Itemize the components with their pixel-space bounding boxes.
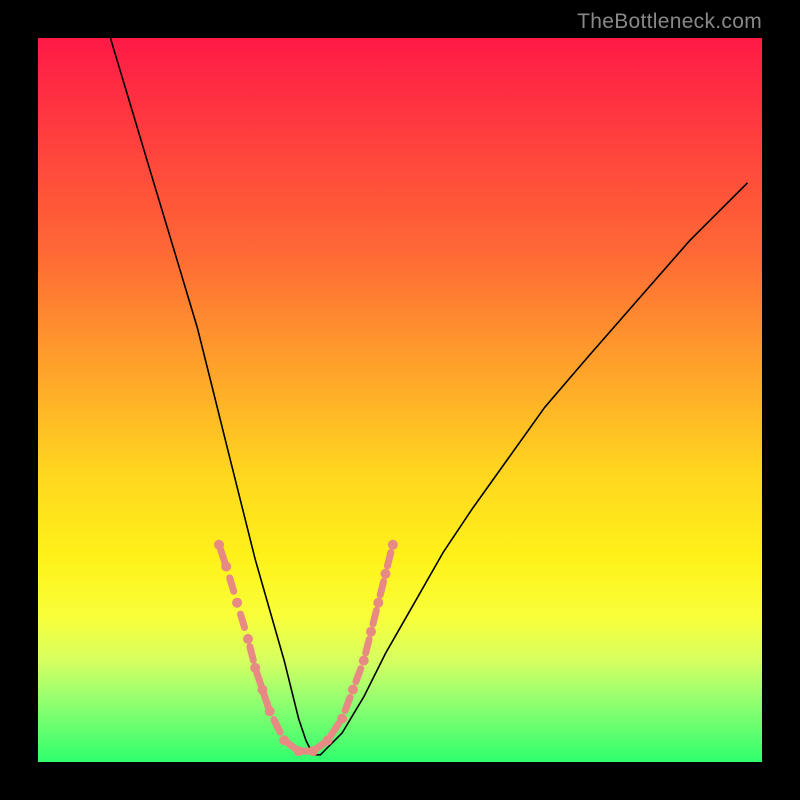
highlight-points: [214, 540, 398, 756]
highlight-segment: [331, 724, 339, 736]
highlight-dot: [388, 540, 398, 550]
highlight-segment: [373, 610, 376, 624]
highlight-dot: [243, 634, 253, 644]
highlight-dot: [221, 562, 231, 572]
chart-frame: TheBottleneck.com: [0, 0, 800, 800]
highlight-dot: [232, 598, 242, 608]
highlight-segment: [356, 669, 361, 682]
highlight-segment: [366, 639, 369, 653]
highlight-segment: [345, 698, 350, 711]
curve-layer: [38, 38, 762, 762]
highlight-dot: [265, 706, 275, 716]
highlight-segment: [257, 672, 261, 685]
highlight-segment: [241, 614, 245, 627]
highlight-segment: [220, 549, 224, 562]
highlight-dot: [373, 598, 383, 608]
plot-area: [38, 38, 762, 762]
highlight-segment: [264, 694, 269, 707]
highlight-dot: [337, 714, 347, 724]
highlight-dot: [366, 627, 376, 637]
highlight-dot: [359, 656, 369, 666]
highlight-segment: [387, 553, 390, 567]
watermark-text: TheBottleneck.com: [577, 10, 762, 34]
highlight-dot: [348, 685, 358, 695]
highlight-segment: [250, 647, 253, 661]
highlight-dot: [381, 569, 391, 579]
highlight-segment: [380, 581, 383, 595]
highlight-segment: [230, 578, 234, 591]
bottleneck-curve: [110, 38, 747, 755]
highlight-segment: [274, 720, 280, 733]
